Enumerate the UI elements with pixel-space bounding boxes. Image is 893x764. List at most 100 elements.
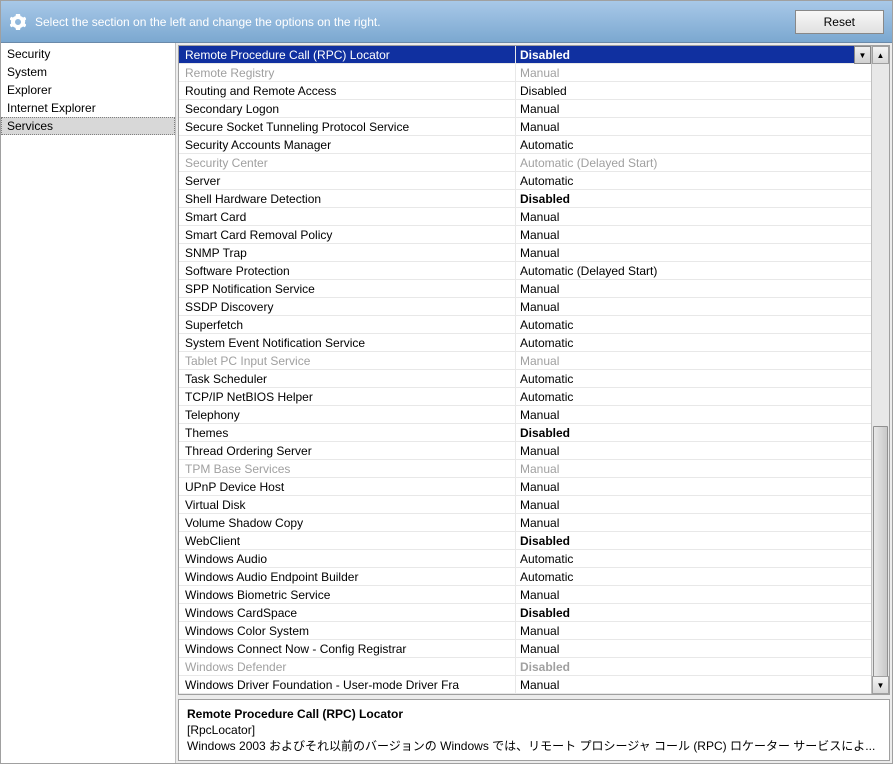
- service-row[interactable]: TCP/IP NetBIOS HelperAutomatic: [179, 388, 871, 406]
- service-row[interactable]: Secondary LogonManual: [179, 100, 871, 118]
- scroll-down-button[interactable]: ▼: [872, 676, 889, 694]
- service-row[interactable]: SuperfetchAutomatic: [179, 316, 871, 334]
- service-value[interactable]: Manual: [516, 586, 871, 603]
- service-row[interactable]: Shell Hardware DetectionDisabled: [179, 190, 871, 208]
- service-row[interactable]: Secure Socket Tunneling Protocol Service…: [179, 118, 871, 136]
- service-row[interactable]: Windows AudioAutomatic: [179, 550, 871, 568]
- sidebar-item-internet-explorer[interactable]: Internet Explorer: [1, 99, 175, 117]
- service-value[interactable]: Manual: [516, 622, 871, 639]
- service-row[interactable]: Windows Driver Foundation - User-mode Dr…: [179, 676, 871, 694]
- service-row[interactable]: TPM Base ServicesManual: [179, 460, 871, 478]
- service-row[interactable]: Remote Procedure Call (RPC) LocatorDisab…: [179, 46, 871, 64]
- service-row[interactable]: Task SchedulerAutomatic: [179, 370, 871, 388]
- service-value[interactable]: Manual: [516, 352, 871, 369]
- service-row[interactable]: Security CenterAutomatic (Delayed Start): [179, 154, 871, 172]
- service-row[interactable]: Windows Biometric ServiceManual: [179, 586, 871, 604]
- service-row[interactable]: Windows Color SystemManual: [179, 622, 871, 640]
- service-value[interactable]: Manual: [516, 496, 871, 513]
- service-value[interactable]: Manual: [516, 118, 871, 135]
- service-row[interactable]: SPP Notification ServiceManual: [179, 280, 871, 298]
- service-value[interactable]: Manual: [516, 244, 871, 261]
- service-name: TCP/IP NetBIOS Helper: [179, 388, 516, 405]
- service-value[interactable]: Automatic: [516, 136, 871, 153]
- service-value[interactable]: Automatic: [516, 370, 871, 387]
- service-value[interactable]: Manual: [516, 460, 871, 477]
- service-row[interactable]: Windows Audio Endpoint BuilderAutomatic: [179, 568, 871, 586]
- service-value[interactable]: Manual: [516, 478, 871, 495]
- main-area: SecuritySystemExplorerInternet ExplorerS…: [1, 43, 892, 763]
- service-row[interactable]: Smart CardManual: [179, 208, 871, 226]
- service-row[interactable]: Windows DefenderDisabled: [179, 658, 871, 676]
- service-row[interactable]: ThemesDisabled: [179, 424, 871, 442]
- service-value[interactable]: Manual: [516, 226, 871, 243]
- service-value[interactable]: Automatic: [516, 388, 871, 405]
- scroll-thumb[interactable]: [873, 426, 888, 695]
- service-name: Remote Procedure Call (RPC) Locator: [179, 46, 516, 63]
- service-row[interactable]: WebClientDisabled: [179, 532, 871, 550]
- value-dropdown-button[interactable]: ▼: [854, 46, 871, 64]
- service-value[interactable]: Manual: [516, 280, 871, 297]
- service-row[interactable]: Thread Ordering ServerManual: [179, 442, 871, 460]
- service-row[interactable]: Security Accounts ManagerAutomatic: [179, 136, 871, 154]
- service-value[interactable]: Disabled: [516, 604, 871, 621]
- services-table: Remote Procedure Call (RPC) LocatorDisab…: [178, 45, 890, 695]
- service-value[interactable]: Automatic: [516, 568, 871, 585]
- service-name: Windows Defender: [179, 658, 516, 675]
- service-value[interactable]: Manual: [516, 640, 871, 657]
- service-row[interactable]: Tablet PC Input ServiceManual: [179, 352, 871, 370]
- service-row[interactable]: ServerAutomatic: [179, 172, 871, 190]
- description-title: Remote Procedure Call (RPC) Locator: [187, 706, 881, 722]
- service-value[interactable]: Automatic (Delayed Start): [516, 262, 871, 279]
- service-row[interactable]: Software ProtectionAutomatic (Delayed St…: [179, 262, 871, 280]
- service-name: Software Protection: [179, 262, 516, 279]
- service-value[interactable]: Automatic: [516, 550, 871, 567]
- service-row[interactable]: SSDP DiscoveryManual: [179, 298, 871, 316]
- service-row[interactable]: Routing and Remote AccessDisabled: [179, 82, 871, 100]
- service-name: Windows CardSpace: [179, 604, 516, 621]
- reset-button[interactable]: Reset: [795, 10, 884, 34]
- service-row[interactable]: SNMP TrapManual: [179, 244, 871, 262]
- service-name: Remote Registry: [179, 64, 516, 81]
- service-name: Windows Driver Foundation - User-mode Dr…: [179, 676, 516, 693]
- service-value[interactable]: Automatic: [516, 334, 871, 351]
- service-value[interactable]: Manual: [516, 298, 871, 315]
- vertical-scrollbar[interactable]: ▲ ▼: [871, 46, 889, 694]
- service-row[interactable]: Remote RegistryManual: [179, 64, 871, 82]
- service-value[interactable]: Disabled: [516, 424, 871, 441]
- sidebar-item-system[interactable]: System: [1, 63, 175, 81]
- service-name: Security Center: [179, 154, 516, 171]
- service-value[interactable]: Manual: [516, 64, 871, 81]
- service-value[interactable]: Automatic (Delayed Start): [516, 154, 871, 171]
- scroll-up-button[interactable]: ▲: [872, 46, 889, 64]
- service-value[interactable]: Disabled: [516, 46, 871, 63]
- service-value[interactable]: Manual: [516, 208, 871, 225]
- service-value[interactable]: Manual: [516, 406, 871, 423]
- service-value[interactable]: Disabled: [516, 658, 871, 675]
- sidebar-item-services[interactable]: Services: [1, 117, 175, 135]
- sidebar-item-security[interactable]: Security: [1, 45, 175, 63]
- service-name: TPM Base Services: [179, 460, 516, 477]
- service-value[interactable]: Automatic: [516, 172, 871, 189]
- service-row[interactable]: Volume Shadow CopyManual: [179, 514, 871, 532]
- service-name: Smart Card Removal Policy: [179, 226, 516, 243]
- service-value[interactable]: Manual: [516, 514, 871, 531]
- service-row[interactable]: TelephonyManual: [179, 406, 871, 424]
- service-value[interactable]: Disabled: [516, 532, 871, 549]
- service-value[interactable]: Disabled: [516, 82, 871, 99]
- service-name: WebClient: [179, 532, 516, 549]
- service-row[interactable]: UPnP Device HostManual: [179, 478, 871, 496]
- service-value[interactable]: Disabled: [516, 190, 871, 207]
- description-text: Windows 2003 およびそれ以前のバージョンの Windows では、リ…: [187, 738, 881, 754]
- service-row[interactable]: Virtual DiskManual: [179, 496, 871, 514]
- service-value[interactable]: Automatic: [516, 316, 871, 333]
- service-value[interactable]: Manual: [516, 100, 871, 117]
- description-panel: Remote Procedure Call (RPC) Locator [Rpc…: [178, 699, 890, 761]
- service-row[interactable]: Windows CardSpaceDisabled: [179, 604, 871, 622]
- service-row[interactable]: Windows Connect Now - Config RegistrarMa…: [179, 640, 871, 658]
- service-value[interactable]: Manual: [516, 676, 871, 693]
- service-row[interactable]: Smart Card Removal PolicyManual: [179, 226, 871, 244]
- sidebar-item-explorer[interactable]: Explorer: [1, 81, 175, 99]
- service-row[interactable]: System Event Notification ServiceAutomat…: [179, 334, 871, 352]
- service-value[interactable]: Manual: [516, 442, 871, 459]
- service-name: Windows Biometric Service: [179, 586, 516, 603]
